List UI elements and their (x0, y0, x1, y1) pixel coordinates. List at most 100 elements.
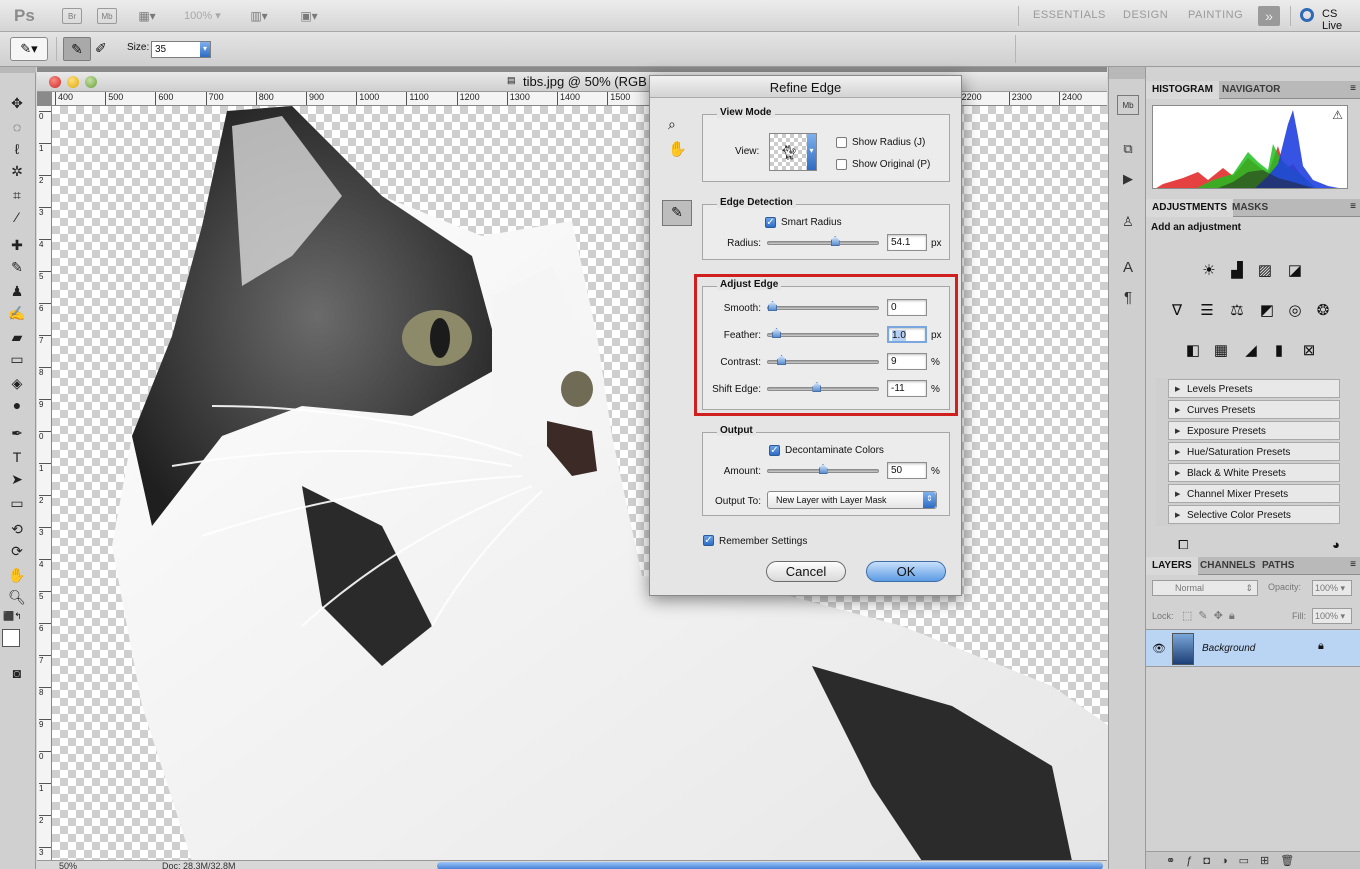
posterize-icon[interactable]: ▦ (1210, 340, 1232, 360)
panel-menu-icon[interactable]: ≡ (1350, 559, 1356, 570)
character-panel-button[interactable]: A (1117, 257, 1139, 277)
preset-curves[interactable]: Curves Presets (1168, 400, 1340, 419)
curves-icon[interactable]: ▨ (1254, 260, 1276, 280)
feather-slider-knob[interactable] (772, 328, 782, 338)
hand-tool[interactable]: ✋ (4, 565, 30, 585)
tab-adjustments[interactable]: ADJUSTMENTS (1146, 199, 1234, 217)
contrast-field[interactable]: 9 (887, 353, 927, 370)
paragraph-panel-button[interactable]: ¶ (1117, 287, 1139, 307)
dodge-tool[interactable]: ● (4, 395, 30, 415)
radius-slider[interactable] (767, 236, 879, 246)
clone-stamp-tool[interactable]: ♟ (4, 281, 30, 301)
mini-bridge-button[interactable]: Mb (97, 8, 117, 24)
view-extras-button[interactable]: ▦▾ (132, 8, 162, 24)
layers-footer-icons[interactable]: ⚭ƒ◘◑▭⊞🗑︎ (1146, 851, 1360, 869)
smart-radius-checkbox[interactable]: ✓ (765, 217, 776, 228)
preset-black-white[interactable]: Black & White Presets (1168, 463, 1340, 482)
decontaminate-colors-checkbox[interactable]: ✓ (769, 445, 780, 456)
smooth-slider[interactable] (767, 301, 879, 311)
photo-filter-icon[interactable]: ◎ (1284, 300, 1306, 320)
preset-levels[interactable]: Levels Presets (1168, 379, 1340, 398)
warning-icon[interactable]: ⚠ (1332, 108, 1343, 122)
strip-header[interactable] (1109, 67, 1145, 79)
channel-mixer-icon[interactable]: ❂ (1312, 300, 1334, 320)
show-radius-checkbox[interactable] (836, 137, 847, 148)
threshold-icon[interactable]: ◢ (1240, 340, 1262, 360)
healing-brush-tool[interactable]: ✚ (4, 235, 30, 255)
output-to-select[interactable]: New Layer with Layer Mask ⇕ (767, 491, 937, 509)
exposure-icon[interactable]: ◪ (1284, 260, 1306, 280)
workspace-design[interactable]: DESIGN (1123, 9, 1168, 21)
layer-row-background[interactable]: 👁︎ Background 🔒︎ (1146, 629, 1360, 667)
blur-tool[interactable]: ◈ (4, 373, 30, 393)
layer-name[interactable]: Background (1202, 643, 1255, 654)
more-workspaces-button[interactable]: » (1258, 6, 1280, 26)
type-tool[interactable]: T (4, 447, 30, 467)
panel-menu-icon[interactable]: ≡ (1350, 201, 1356, 212)
brush-tool[interactable]: ✎ (4, 257, 30, 277)
lock-icons[interactable]: ⬚✎✥🔒︎ (1182, 609, 1241, 623)
show-original-checkbox[interactable] (836, 159, 847, 170)
tab-paths[interactable]: PATHS (1256, 557, 1300, 575)
workspace-painting[interactable]: PAINTING (1188, 9, 1243, 21)
3d-orbit-tool[interactable]: ⟳ (4, 541, 30, 561)
erase-refinements-tool-button[interactable]: ✐ (95, 40, 107, 57)
clip-toggle-icon[interactable]: ◕ (1332, 537, 1340, 552)
vibrance-icon[interactable]: ∇ (1166, 300, 1188, 320)
preset-hue-saturation[interactable]: Hue/Saturation Presets (1168, 442, 1340, 461)
preset-selective-color[interactable]: Selective Color Presets (1168, 505, 1340, 524)
contrast-slider-knob[interactable] (777, 355, 787, 365)
feather-field[interactable]: 1.0 (887, 326, 927, 343)
cancel-button[interactable]: Cancel (766, 561, 846, 582)
tab-histogram[interactable]: HISTOGRAM (1146, 81, 1219, 99)
horizontal-scrollbar-thumb[interactable] (437, 862, 1103, 869)
zoom-level-dropdown[interactable]: 100% ▾ (184, 9, 221, 23)
dialog-title[interactable]: Refine Edge (650, 76, 961, 98)
refine-radius-tool-button[interactable]: ✎ (662, 200, 692, 226)
radius-field[interactable]: 54.1 (887, 234, 927, 251)
black-white-icon[interactable]: ◩ (1256, 300, 1278, 320)
gradient-tool[interactable]: ▭ (4, 349, 30, 369)
shift-edge-slider-knob[interactable] (812, 382, 822, 392)
tab-channels[interactable]: CHANNELS (1194, 557, 1262, 575)
smooth-slider-knob[interactable] (768, 301, 777, 311)
fill-field[interactable]: 100% ▾ (1312, 608, 1352, 624)
crop-tool[interactable]: ⌗ (4, 185, 30, 205)
smooth-field[interactable]: 0 (887, 299, 927, 316)
invert-icon[interactable]: ◧ (1182, 340, 1204, 360)
3d-rotate-tool[interactable]: ⟲ (4, 519, 30, 539)
amount-slider[interactable] (767, 464, 879, 474)
shift-edge-field[interactable]: -11 (887, 380, 927, 397)
tab-layers[interactable]: LAYERS (1146, 557, 1198, 575)
preset-exposure[interactable]: Exposure Presets (1168, 421, 1340, 440)
close-window-button[interactable] (49, 76, 61, 88)
zoom-tool-button[interactable]: ⌕ (668, 116, 676, 133)
tab-masks[interactable]: MASKS (1226, 199, 1274, 217)
levels-icon[interactable]: ▟ (1226, 260, 1248, 280)
preset-channel-mixer[interactable]: Channel Mixer Presets (1168, 484, 1340, 503)
quick-mask-button[interactable]: ◙ (4, 663, 30, 683)
minimize-window-button[interactable] (67, 76, 79, 88)
amount-field[interactable]: 50 (887, 462, 927, 479)
bridge-button[interactable]: Br (62, 8, 82, 24)
ok-button[interactable]: OK (866, 561, 946, 582)
arrange-documents-button[interactable]: ▥▾ (244, 8, 274, 24)
screen-mode-button[interactable]: ▣▾ (292, 8, 326, 24)
panel-menu-icon[interactable]: ≡ (1350, 83, 1356, 94)
workspace-essentials[interactable]: ESSENTIALS (1033, 9, 1106, 21)
hue-saturation-icon[interactable]: ☰ (1196, 300, 1218, 320)
contrast-slider[interactable] (767, 355, 879, 365)
vertical-ruler[interactable]: 0 1 2 3 4 5 6 7 8 9 0 1 2 3 4 5 6 7 8 9 0 1 2 3 (37, 106, 52, 861)
brightness-contrast-icon[interactable]: ☀ (1198, 260, 1220, 280)
history-panel-button[interactable]: ⧉ (1117, 139, 1139, 159)
tool-presets-panel-button[interactable]: ♙ (1117, 212, 1139, 232)
amount-slider-knob[interactable] (818, 464, 828, 474)
selective-color-icon[interactable]: ⊠ (1298, 340, 1320, 360)
shape-tool[interactable]: ▭ (4, 493, 30, 513)
foreground-color-swatch[interactable] (2, 629, 20, 647)
zoom-tool[interactable]: 🔍︎ (4, 587, 30, 607)
opacity-field[interactable]: 100% ▾ (1312, 580, 1352, 596)
blend-mode-dropdown[interactable]: Normal ⇕ (1152, 580, 1258, 596)
radius-slider-knob[interactable] (830, 236, 840, 246)
path-selection-tool[interactable]: ➤ (4, 469, 30, 489)
